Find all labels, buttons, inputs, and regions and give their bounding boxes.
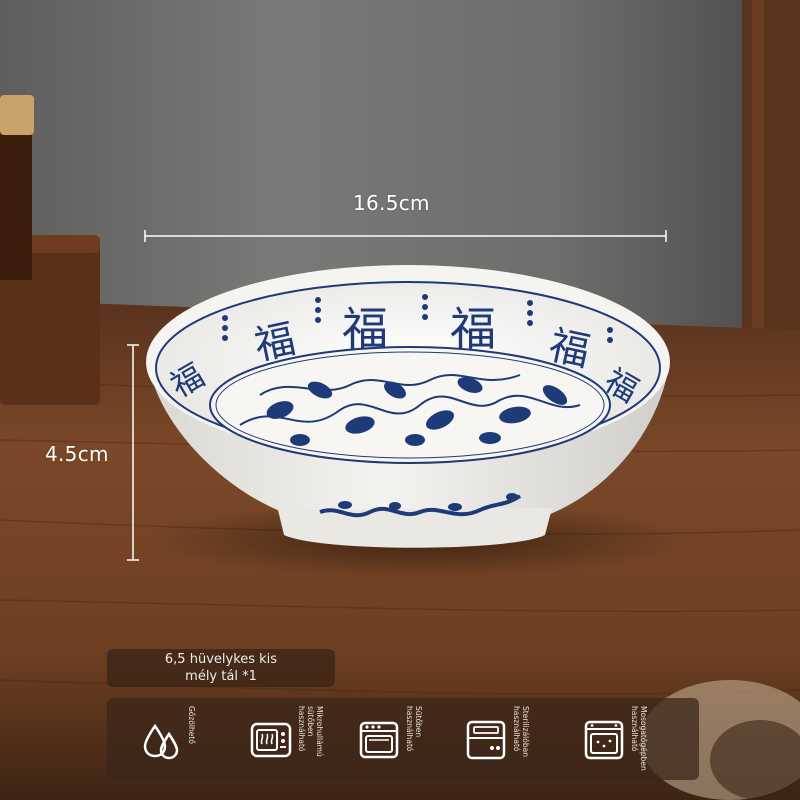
microwave-icon <box>250 722 292 758</box>
caption-line-2: mély tál *1 <box>185 669 257 684</box>
feature-dishwasher: Mosogatógépben használható <box>550 698 670 780</box>
dishwasher-icon <box>584 720 624 760</box>
oven-icon <box>359 721 399 759</box>
rim-character-3: 福 <box>450 302 496 356</box>
sterilizer-icon <box>466 720 506 760</box>
caption-line-1: 6,5 hüvelykes kis <box>164 652 278 667</box>
diameter-label: 16.5cm <box>353 191 430 215</box>
feature-bar: Gőzölhető Mikrohullámú sütőben használha… <box>107 698 699 780</box>
feature-steamable: Gőzölhető <box>107 698 227 780</box>
feature-label: Gőzölhető <box>187 706 196 744</box>
feature-sterilizer: Sterilizálóban használható <box>432 698 552 780</box>
feature-label: Mikrohullámú sütőben használható <box>297 706 324 757</box>
feature-oven: Sütőben használható <box>325 698 445 780</box>
feature-microwave: Mikrohullámú sütőben használható <box>217 698 337 780</box>
feature-label: Sütőben használható <box>405 706 423 752</box>
height-label: 4.5cm <box>45 442 109 466</box>
rim-character-2: 福 <box>342 302 388 356</box>
feature-label: Mosogatógépben használható <box>630 706 648 771</box>
water-drops-icon <box>143 723 179 760</box>
feature-label: Sterilizálóban használható <box>512 706 530 757</box>
product-caption: 6,5 hüvelykes kis mély tál *1 <box>107 649 335 687</box>
